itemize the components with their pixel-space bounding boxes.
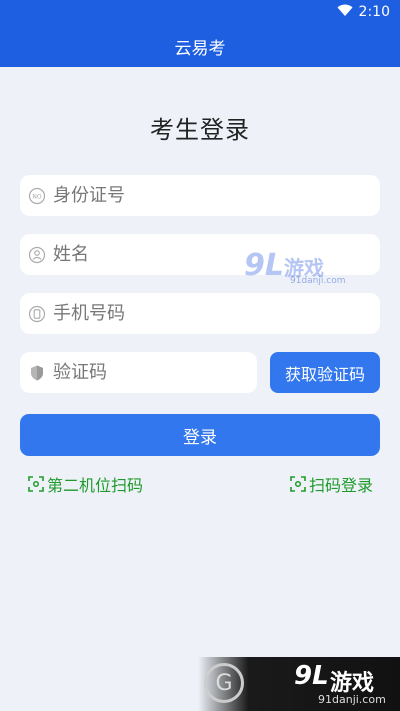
- name-field[interactable]: [20, 233, 380, 276]
- page-title: 考生登录: [150, 116, 250, 144]
- user-icon: [28, 246, 46, 264]
- name-input[interactable]: [51, 233, 380, 276]
- wifi-icon: [337, 4, 353, 21]
- watermark-banner: G 9L 游戏 91danji.com: [198, 657, 400, 711]
- second-camera-scan-label: 第二机位扫码: [47, 476, 144, 495]
- svg-text:NO: NO: [32, 193, 41, 200]
- phone-icon: [28, 305, 46, 323]
- scan-login-label: 扫码登录: [309, 476, 374, 495]
- phone-input[interactable]: [51, 292, 380, 335]
- id-number-input[interactable]: [51, 174, 380, 217]
- status-bar: 2:10: [337, 3, 390, 21]
- watermark-domain: 91danji.com: [290, 276, 346, 286]
- watermark-logo: 9L 游戏 91danji.com: [244, 248, 345, 286]
- login-button[interactable]: 登录: [20, 414, 380, 456]
- second-camera-scan-link[interactable]: 第二机位扫码: [28, 474, 144, 495]
- verification-code-input[interactable]: [51, 351, 280, 394]
- banner-domain: 91danji.com: [318, 693, 386, 706]
- app-header: 2:10 云易考: [0, 0, 400, 67]
- scan-login-link[interactable]: 扫码登录: [290, 474, 374, 495]
- id-number-field[interactable]: NO: [20, 174, 380, 217]
- id-card-icon: NO: [28, 187, 46, 205]
- verification-code-field[interactable]: [20, 351, 280, 394]
- scan-icon: [28, 476, 44, 492]
- get-code-button[interactable]: 获取验证码: [270, 352, 380, 393]
- watermark-brand-num: 9L: [244, 248, 284, 283]
- shield-icon: [28, 364, 46, 382]
- phone-field[interactable]: [20, 292, 380, 335]
- clock: 2:10: [358, 4, 390, 20]
- scan-icon: [290, 476, 306, 492]
- g-logo-icon: G: [204, 663, 244, 703]
- app-title: 云易考: [174, 39, 226, 59]
- banner-brand-num: 9L: [294, 661, 329, 691]
